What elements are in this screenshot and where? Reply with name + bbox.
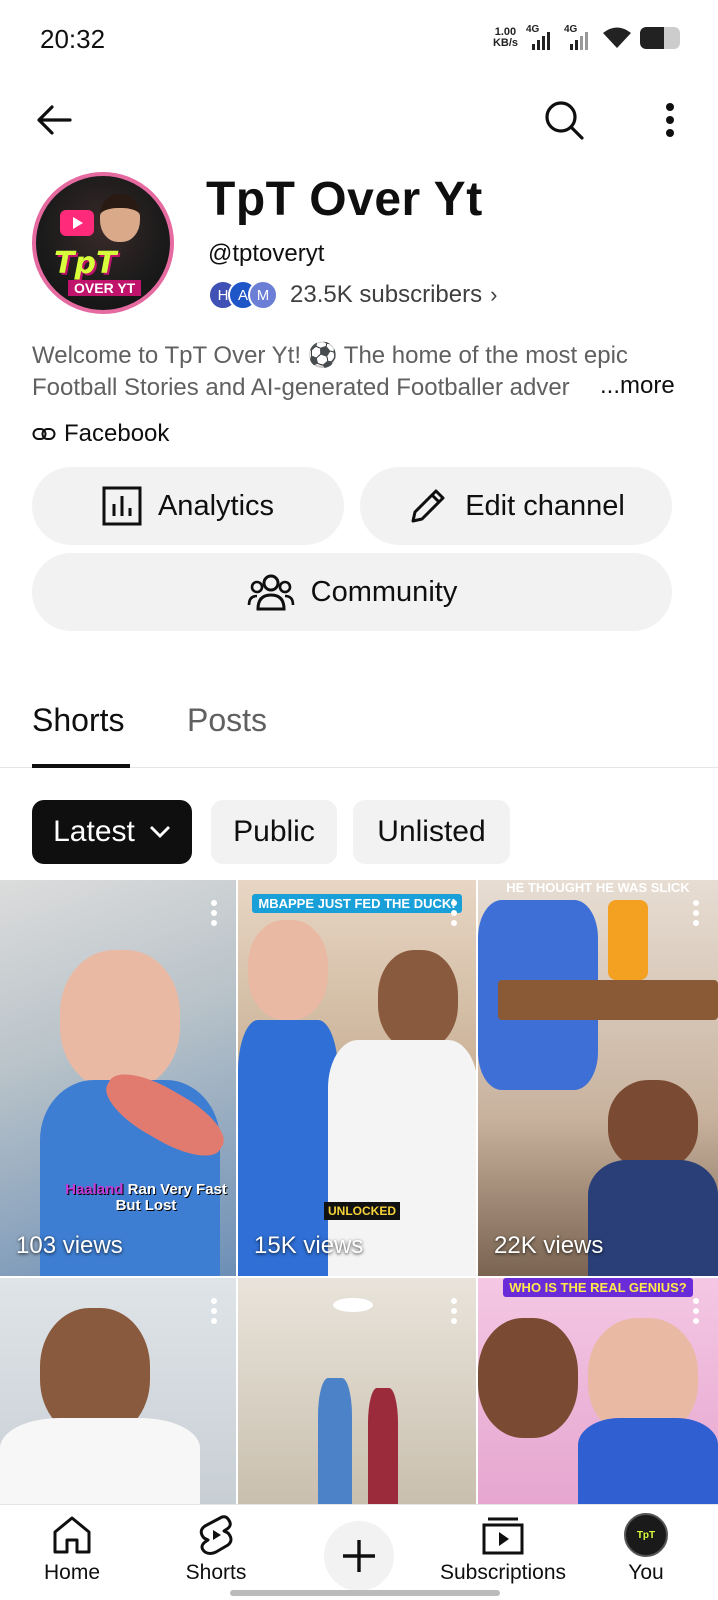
edit-channel-button[interactable]: Edit channel xyxy=(360,467,672,545)
shorts-grid: Haaland Ran Very Fast But Lost 103 views… xyxy=(0,880,718,1504)
channel-link[interactable]: Facebook xyxy=(32,420,169,448)
more-vertical-icon[interactable] xyxy=(450,900,458,928)
more-options-button[interactable] xyxy=(642,92,698,148)
signal-icon-2: 4G xyxy=(564,24,594,50)
status-icons: 1.00 KB/s 4G 4G xyxy=(492,24,680,50)
home-icon xyxy=(53,1516,91,1554)
pencil-icon xyxy=(411,489,445,523)
community-button[interactable]: Community xyxy=(32,553,672,631)
short-views: 103 views xyxy=(16,1232,123,1259)
short-thumbnail[interactable]: HE THOUGHT HE WAS SLICK 22K views xyxy=(478,880,718,1276)
nav-you[interactable]: TpT You xyxy=(576,1513,716,1585)
analytics-button[interactable]: Analytics xyxy=(32,467,344,545)
avatar-logo-text: TpT xyxy=(54,246,117,281)
you-avatar: TpT xyxy=(624,1513,668,1557)
more-vertical-icon xyxy=(666,103,674,137)
thumbnail-figure xyxy=(318,1378,352,1504)
home-indicator xyxy=(230,1590,500,1596)
thumbnail-figure xyxy=(0,1418,200,1504)
analytics-icon xyxy=(102,486,142,526)
thumbnail-figure xyxy=(368,1388,398,1504)
subscriptions-icon xyxy=(482,1517,524,1555)
top-app-bar xyxy=(0,90,718,154)
thumbnail-figure xyxy=(498,980,718,1020)
channel-tabs: Shorts Posts xyxy=(0,680,718,768)
nav-subscriptions[interactable]: Subscriptions xyxy=(433,1513,573,1585)
bottom-navigation: Home Shorts Subscriptions TpT You xyxy=(0,1504,718,1600)
chevron-down-icon xyxy=(149,826,170,838)
more-vertical-icon[interactable] xyxy=(210,900,218,928)
status-bar: 20:32 1.00 KB/s 4G 4G xyxy=(0,0,718,80)
wifi-icon xyxy=(603,27,631,48)
link-label: Facebook xyxy=(64,420,170,447)
signal-icon: 4G xyxy=(526,24,556,50)
nav-home[interactable]: Home xyxy=(2,1513,142,1585)
avatar-sub-text: OVER YT xyxy=(68,280,142,296)
create-button[interactable] xyxy=(324,1521,394,1591)
link-icon xyxy=(32,428,56,440)
channel-description[interactable]: Welcome to TpT Over Yt! ⚽ The home of th… xyxy=(32,340,682,404)
avatar-face xyxy=(100,194,140,242)
short-views: 15K views xyxy=(254,1232,364,1259)
short-banner: MBAPPE JUST FED THE DUCK! xyxy=(238,894,476,913)
shorts-icon xyxy=(199,1515,233,1555)
thumbnail-figure xyxy=(588,1160,718,1276)
unlisted-filter-chip[interactable]: Unlisted xyxy=(353,800,510,864)
back-button[interactable] xyxy=(26,92,82,148)
search-button[interactable] xyxy=(536,92,592,148)
community-icon xyxy=(247,574,294,611)
status-time: 20:32 xyxy=(40,24,106,54)
thumbnail-figure xyxy=(578,1418,718,1504)
play-logo-icon xyxy=(60,210,94,236)
thumbnail-figure xyxy=(478,1318,578,1438)
short-banner: WHO IS THE REAL GENIUS? xyxy=(478,1278,718,1297)
channel-handle: @tptoveryt xyxy=(208,240,325,267)
channel-title: TpT Over Yt xyxy=(206,173,483,226)
tab-shorts[interactable]: Shorts xyxy=(32,702,124,739)
subscribers-row[interactable]: H A M 23.5K subscribers › xyxy=(208,280,497,310)
channel-avatar[interactable]: TpT OVER YT xyxy=(32,172,174,314)
thumbnail-figure xyxy=(378,950,458,1050)
more-vertical-icon[interactable] xyxy=(692,1298,700,1326)
short-thumbnail[interactable]: WHO IS THE REAL GENIUS? xyxy=(478,1278,718,1504)
chevron-right-icon: › xyxy=(490,282,498,307)
more-link[interactable]: ...more xyxy=(590,372,675,400)
thumbnail-figure xyxy=(248,920,328,1020)
short-thumbnail[interactable]: Haaland Ran Very Fast But Lost 103 views xyxy=(0,880,236,1276)
short-sticker: UNLOCKED xyxy=(324,1202,400,1220)
thumbnail-figure xyxy=(608,1080,698,1170)
short-caption: Haaland Ran Very Fast But Lost xyxy=(65,1181,227,1214)
nav-shorts[interactable]: Shorts xyxy=(146,1513,286,1585)
subscriber-avatar: M xyxy=(248,280,278,310)
arrow-left-icon xyxy=(37,105,72,135)
more-vertical-icon[interactable] xyxy=(692,900,700,928)
subscriber-count: 23.5K subscribers xyxy=(290,281,483,308)
tab-underline xyxy=(32,764,130,768)
thumbnail-figure xyxy=(608,900,648,980)
short-thumbnail[interactable] xyxy=(0,1278,236,1504)
network-speed: 1.00 KB/s xyxy=(492,26,518,49)
thumbnail-figure xyxy=(60,950,180,1090)
thumbnail-figure xyxy=(333,1298,373,1312)
more-vertical-icon[interactable] xyxy=(450,1298,458,1326)
search-icon xyxy=(545,101,584,140)
short-banner: HE THOUGHT HE WAS SLICK xyxy=(506,880,690,895)
latest-sort-chip[interactable]: Latest xyxy=(32,800,192,864)
tab-posts[interactable]: Posts xyxy=(187,702,267,739)
plus-icon xyxy=(343,1540,375,1572)
battery-icon xyxy=(640,27,680,49)
short-views: 22K views xyxy=(494,1232,604,1259)
short-thumbnail[interactable] xyxy=(238,1278,476,1504)
more-vertical-icon[interactable] xyxy=(210,1298,218,1326)
public-filter-chip[interactable]: Public xyxy=(211,800,337,864)
short-thumbnail[interactable]: MBAPPE JUST FED THE DUCK! UNLOCKED 15K v… xyxy=(238,880,476,1276)
